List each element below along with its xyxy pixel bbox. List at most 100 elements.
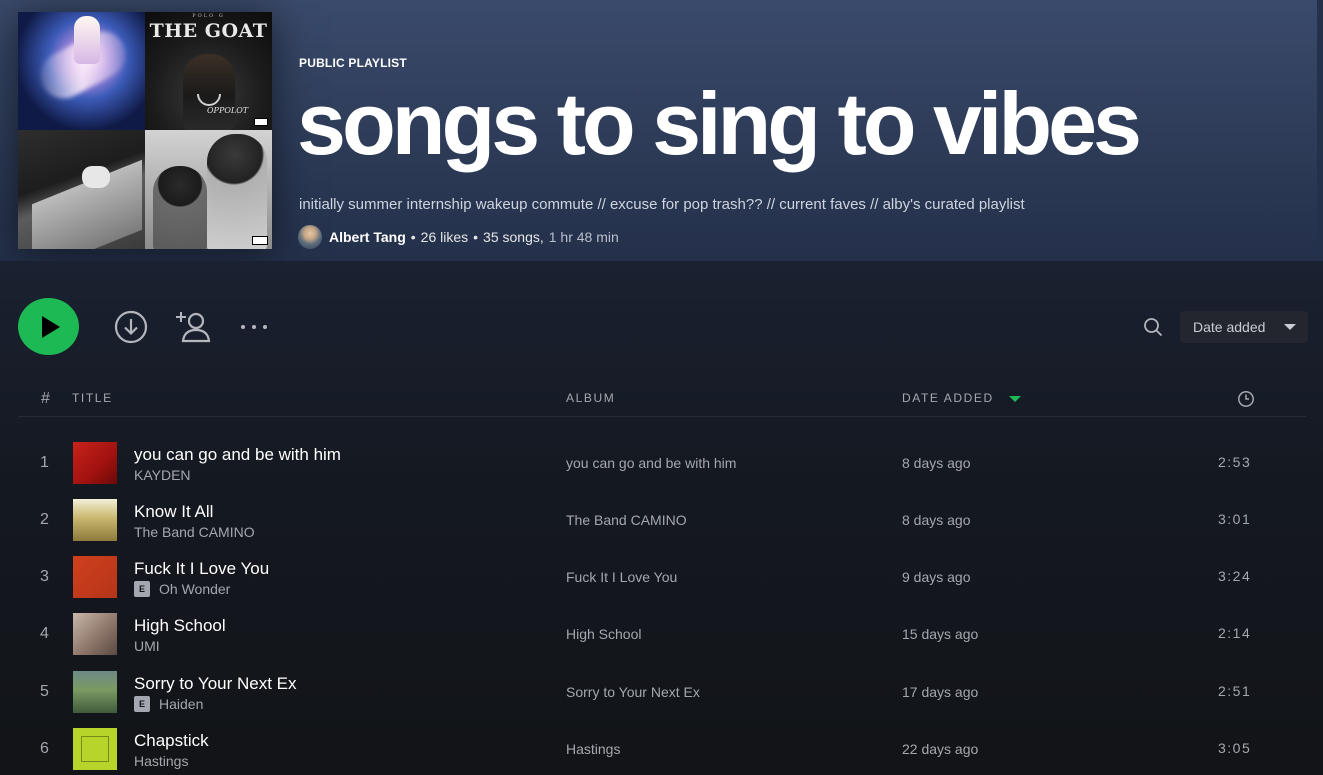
track-artist-link[interactable]: UMI [134, 638, 160, 654]
track-artist: The Band CAMINO [134, 524, 255, 540]
track-title-link[interactable]: you can go and be with him [134, 445, 341, 465]
songs-count: 35 songs, [483, 229, 544, 245]
track-artist: KAYDEN [134, 467, 191, 483]
cover-tile-artist: POLO G [192, 13, 225, 19]
track-album-link[interactable]: Hastings [566, 741, 620, 757]
track-artist: E Oh Wonder [134, 581, 230, 597]
bullet-separator: • [410, 229, 416, 245]
cover-tile-3 [18, 130, 145, 249]
cover-tile-2: POLO G THE GOAT OPPOLOT [145, 12, 272, 130]
track-title-link[interactable]: High School [134, 616, 226, 636]
track-row[interactable]: 5 Sorry to Your Next Ex E Haiden Sorry t… [18, 664, 1306, 721]
track-title-link[interactable]: Know It All [134, 502, 213, 522]
playlist-description: initially summer internship wakeup commu… [299, 196, 1025, 213]
track-date-added: 22 days ago [902, 741, 979, 757]
likes-count: 26 likes [420, 229, 469, 245]
track-date-added: 8 days ago [902, 512, 971, 528]
caret-down-icon [1284, 324, 1296, 330]
track-duration: 3:05 [1218, 740, 1252, 756]
track-index: 1 [40, 454, 49, 471]
track-date-added: 15 days ago [902, 626, 979, 642]
track-artwork [73, 613, 117, 655]
track-row[interactable]: 2 Know It All The Band CAMINO The Band C… [18, 492, 1306, 549]
track-artwork [73, 442, 117, 484]
download-button[interactable] [114, 310, 148, 344]
track-date-added: 8 days ago [902, 455, 971, 471]
more-options-button[interactable] [238, 318, 270, 336]
tracklist-header: # TITLE ALBUM DATE ADDED [18, 380, 1306, 417]
track-artist-link[interactable]: The Band CAMINO [134, 524, 255, 540]
track-row[interactable]: 6 Chapstick Hastings Hastings 22 days ag… [18, 721, 1306, 775]
track-artwork [73, 671, 117, 713]
track-title-link[interactable]: Chapstick [134, 731, 209, 751]
header-edge [1317, 0, 1323, 261]
track-artist-link[interactable]: Hastings [134, 753, 188, 769]
track-artist: UMI [134, 638, 160, 654]
search-in-playlist-button[interactable] [1142, 316, 1164, 338]
clock-icon[interactable] [1237, 390, 1255, 408]
sort-descending-icon [1009, 396, 1021, 402]
track-title-link[interactable]: Fuck It I Love You [134, 559, 269, 579]
explicit-badge: E [134, 581, 150, 597]
owner-name-link[interactable]: Albert Tang [329, 229, 406, 245]
track-row[interactable]: 3 Fuck It I Love You E Oh Wonder Fuck It… [18, 549, 1306, 606]
cover-tile-title: THE GOAT [149, 20, 268, 42]
more-dots-icon [241, 325, 267, 329]
owner-avatar[interactable] [298, 225, 322, 249]
play-button[interactable] [18, 298, 79, 355]
track-artist-link[interactable]: KAYDEN [134, 467, 191, 483]
track-duration: 2:53 [1218, 454, 1252, 470]
column-header-date-added[interactable]: DATE ADDED [902, 391, 994, 405]
track-artist: Hastings [134, 753, 188, 769]
column-header-title[interactable]: TITLE [72, 391, 113, 405]
playlist-cover-mosaic[interactable]: POLO G THE GOAT OPPOLOT [18, 12, 272, 249]
sort-dropdown[interactable]: Date added [1180, 311, 1308, 343]
track-album-link[interactable]: Fuck It I Love You [566, 569, 677, 585]
artwork-frame [81, 736, 109, 762]
add-user-icon [176, 312, 211, 343]
track-artist-link[interactable]: Haiden [159, 696, 203, 712]
track-title-link[interactable]: Sorry to Your Next Ex [134, 674, 297, 694]
add-collaborator-button[interactable] [175, 309, 213, 343]
track-duration: 3:01 [1218, 511, 1252, 527]
track-artwork [73, 728, 117, 770]
track-artist-link[interactable]: Oh Wonder [159, 581, 230, 597]
track-index: 2 [40, 511, 49, 528]
bullet-separator: • [473, 229, 479, 245]
parental-advisory-icon [254, 118, 268, 126]
parental-advisory-icon [252, 236, 268, 245]
track-duration: 2:14 [1218, 625, 1252, 641]
cover-art-person-left [153, 166, 207, 249]
track-row[interactable]: 1 you can go and be with him KAYDEN you … [18, 435, 1306, 492]
playlist-title[interactable]: songs to sing to vibes [297, 80, 1142, 168]
cover-art-person [183, 54, 235, 130]
cover-art-figure [74, 16, 100, 64]
track-row[interactable]: 4 High School UMI High School 15 days ag… [18, 606, 1306, 663]
cover-art-body [82, 166, 110, 188]
track-album-link[interactable]: High School [566, 626, 642, 642]
track-album-link[interactable]: you can go and be with him [566, 455, 736, 471]
playlist-kind-label: PUBLIC PLAYLIST [299, 56, 407, 70]
cover-tile-caption: OPPOLOT [207, 106, 249, 115]
track-artwork [73, 556, 117, 598]
track-album-link[interactable]: The Band CAMINO [566, 512, 687, 528]
track-duration: 3:24 [1218, 568, 1252, 584]
track-artwork [73, 499, 117, 541]
total-duration: 1 hr 48 min [548, 229, 619, 245]
search-icon [1144, 318, 1163, 337]
cover-tile-1 [18, 12, 145, 130]
track-date-added: 17 days ago [902, 684, 979, 700]
playlist-byline: Albert Tang • 26 likes • 35 songs, 1 hr … [298, 225, 619, 249]
track-album-link[interactable]: Sorry to Your Next Ex [566, 684, 700, 700]
track-index: 6 [40, 740, 49, 757]
download-icon [114, 310, 148, 344]
track-duration: 2:51 [1218, 683, 1252, 699]
column-header-album[interactable]: ALBUM [566, 391, 615, 405]
column-header-index: # [41, 390, 50, 407]
sort-dropdown-label: Date added [1193, 319, 1266, 335]
cover-art-person-right [207, 134, 267, 249]
play-icon [42, 315, 60, 338]
track-index: 3 [40, 568, 49, 585]
track-index: 4 [40, 625, 49, 642]
cover-tile-4 [145, 130, 272, 249]
